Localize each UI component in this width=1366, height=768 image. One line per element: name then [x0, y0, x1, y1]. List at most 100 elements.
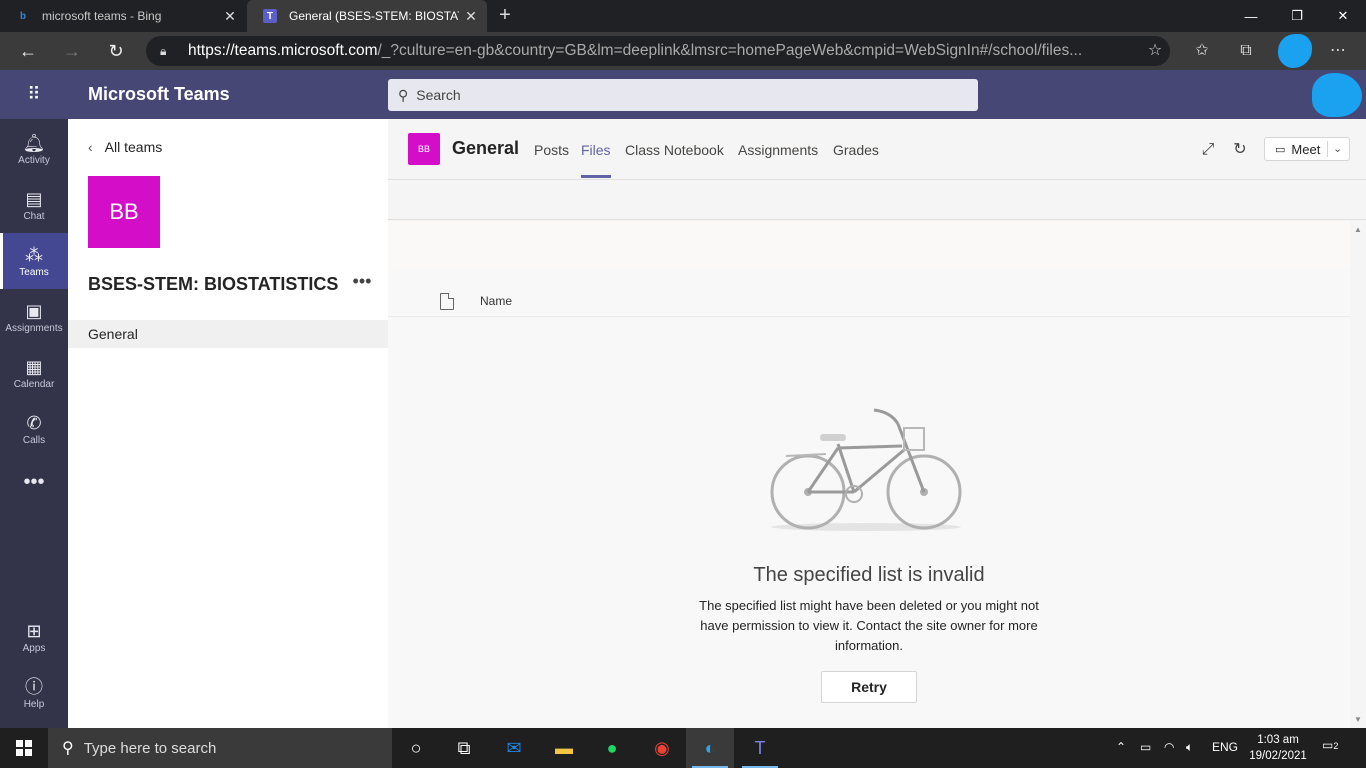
chevron-up-icon[interactable]: ⌃: [1116, 740, 1126, 754]
tab-files[interactable]: Files: [581, 142, 611, 178]
team-avatar: BB: [88, 176, 160, 248]
mail-icon[interactable]: ✉: [490, 728, 538, 768]
search-icon: ⚲: [398, 86, 409, 103]
battery-icon[interactable]: ▭: [1140, 740, 1151, 754]
reload-icon[interactable]: ↻: [1229, 139, 1251, 161]
team-more-options-icon[interactable]: •••: [350, 271, 374, 295]
rail-item-apps[interactable]: ⊞ Apps: [0, 609, 68, 665]
tab-title: General (BSES-STEM: BIOSTATIST: [289, 9, 459, 23]
taskbar-search-input[interactable]: ⚲ Type here to search: [48, 728, 392, 768]
rail-item-activity[interactable]: 🔔︎ Activity: [0, 121, 68, 177]
clock[interactable]: 1:03 am 19/02/2021: [1244, 732, 1312, 764]
rail-item-teams[interactable]: ⁂ Teams: [0, 233, 68, 289]
spotify-icon[interactable]: ●: [588, 728, 636, 768]
error-title: The specified list is invalid: [753, 564, 985, 586]
all-teams-link[interactable]: ‹ All teams: [88, 139, 162, 155]
meet-label: Meet: [1291, 141, 1321, 157]
rail-item-assignments[interactable]: ▣ Assignments: [0, 289, 68, 345]
more-icon: •••: [23, 471, 45, 493]
chrome-icon[interactable]: ◉: [638, 728, 686, 768]
bing-icon: b: [19, 10, 27, 22]
bell-icon: 🔔︎: [22, 132, 46, 153]
more-options-icon[interactable]: ⋯: [1326, 39, 1350, 63]
minimize-icon[interactable]: —: [1228, 0, 1274, 32]
channel-item-general[interactable]: General: [68, 320, 388, 348]
tab-assignments[interactable]: Assignments: [738, 142, 818, 158]
notifications-icon[interactable]: ▭2: [1322, 738, 1344, 758]
back-icon[interactable]: ←: [14, 38, 42, 64]
vertical-scrollbar[interactable]: ▲ ▼: [1350, 221, 1366, 728]
rail-item-calls[interactable]: ✆ Calls: [0, 401, 68, 457]
app-launcher-icon[interactable]: ⠿: [20, 82, 48, 106]
column-header-name[interactable]: Name: [480, 294, 512, 308]
chevron-down-icon[interactable]: ⌄: [1333, 138, 1342, 160]
volume-icon[interactable]: 🔈︎: [1186, 740, 1193, 755]
tab-class-notebook[interactable]: Class Notebook: [625, 142, 724, 158]
edge-icon[interactable]: ◐: [686, 728, 734, 768]
files-toolbar: [388, 180, 1366, 220]
close-tab-icon[interactable]: ✕: [463, 8, 479, 24]
restore-icon[interactable]: ❐: [1274, 0, 1320, 32]
rail-item-chat[interactable]: ▤ Chat: [0, 177, 68, 233]
retry-button[interactable]: Retry: [821, 671, 917, 703]
teams-icon: T: [263, 9, 277, 23]
search-icon: ⚲: [62, 740, 74, 757]
collections-icon[interactable]: ⧉: [1234, 39, 1258, 63]
chevron-left-icon: ‹: [88, 139, 93, 155]
close-window-icon[interactable]: ✕: [1320, 0, 1366, 32]
files-top-band: [388, 221, 1350, 269]
url-path: /_?culture=en-gb&country=GB&lm=deeplink&…: [377, 42, 1083, 59]
expand-icon[interactable]: ⤢: [1197, 139, 1219, 161]
search-input[interactable]: ⚲ Search: [388, 79, 978, 111]
more-apps-button[interactable]: •••: [0, 455, 68, 511]
teams-taskbar-icon[interactable]: T: [736, 728, 784, 768]
error-message: The specified list might have been delet…: [699, 598, 1039, 653]
rail-item-calendar[interactable]: ▦ Calendar: [0, 345, 68, 401]
channel-title: General: [452, 138, 520, 158]
browser-tab-teams[interactable]: T General (BSES-STEM: BIOSTATIST ✕: [247, 0, 487, 32]
scroll-up-icon[interactable]: ▲: [1354, 225, 1362, 234]
notification-count: 2: [1333, 741, 1339, 751]
file-type-icon[interactable]: [440, 293, 454, 310]
scroll-down-icon[interactable]: ▼: [1354, 715, 1362, 724]
new-tab-icon[interactable]: +: [494, 4, 516, 26]
rail-item-help[interactable]: ⓘ Help: [0, 665, 68, 721]
address-bar-row: ← → ↻ 🔒︎ https://teams.microsoft.com/_?c…: [0, 32, 1366, 70]
windows-start-icon[interactable]: [0, 728, 48, 768]
language-indicator[interactable]: ENG: [1212, 740, 1238, 754]
column-header-row: Name: [388, 287, 1350, 317]
tab-posts[interactable]: Posts: [534, 142, 569, 158]
rail-label: Chat: [23, 210, 45, 222]
windows-taskbar: ⚲ Type here to search ○ ⧉ ✉ ▬ ● ◉ ◐ T ⌃ …: [0, 728, 1366, 768]
app-title: Microsoft Teams: [88, 84, 230, 104]
task-view-icon[interactable]: ⧉: [440, 728, 488, 768]
chat-icon: ▤: [25, 188, 43, 209]
forward-icon[interactable]: →: [58, 38, 86, 64]
wifi-icon[interactable]: ◠: [1164, 740, 1174, 754]
rail-label: Calendar: [13, 378, 55, 390]
rail-label: Apps: [22, 642, 46, 654]
cortana-icon[interactable]: ○: [392, 728, 440, 768]
rail-label: Assignments: [5, 322, 63, 334]
taskbar-search-placeholder: Type here to search: [83, 739, 217, 757]
profile-avatar[interactable]: [1312, 73, 1362, 117]
calendar-icon: ▦: [25, 356, 43, 377]
rail-label: Activity: [18, 154, 50, 166]
favorites-icon[interactable]: ✩: [1190, 39, 1214, 63]
file-explorer-icon[interactable]: ▬: [540, 728, 588, 768]
browser-profile-avatar[interactable]: [1278, 34, 1312, 68]
search-placeholder: Search: [416, 87, 461, 103]
rail-label: Teams: [19, 266, 49, 278]
close-tab-icon[interactable]: ✕: [222, 8, 238, 24]
teams-icon: ⁂: [25, 244, 43, 265]
url-field[interactable]: 🔒︎ https://teams.microsoft.com/_?culture…: [146, 36, 1170, 66]
add-favorite-icon[interactable]: ☆: [1143, 39, 1167, 63]
meet-button[interactable]: ▭ Meet ⌄: [1264, 137, 1350, 161]
date: 19/02/2021: [1249, 750, 1307, 762]
all-teams-label: All teams: [104, 139, 163, 155]
time: 1:03 am: [1257, 734, 1299, 746]
browser-tab-bing[interactable]: b microsoft teams - Bing ✕: [0, 0, 246, 32]
refresh-icon[interactable]: ↻: [102, 38, 130, 64]
team-name: BSES-STEM: BIOSTATISTICS: [88, 274, 339, 294]
tab-grades[interactable]: Grades: [833, 142, 879, 158]
